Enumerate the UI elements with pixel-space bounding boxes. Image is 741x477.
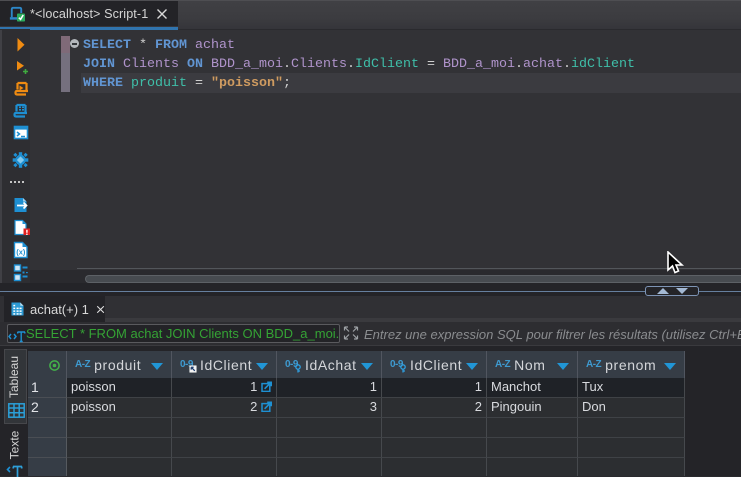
svg-text:(x): (x) — [16, 248, 26, 257]
